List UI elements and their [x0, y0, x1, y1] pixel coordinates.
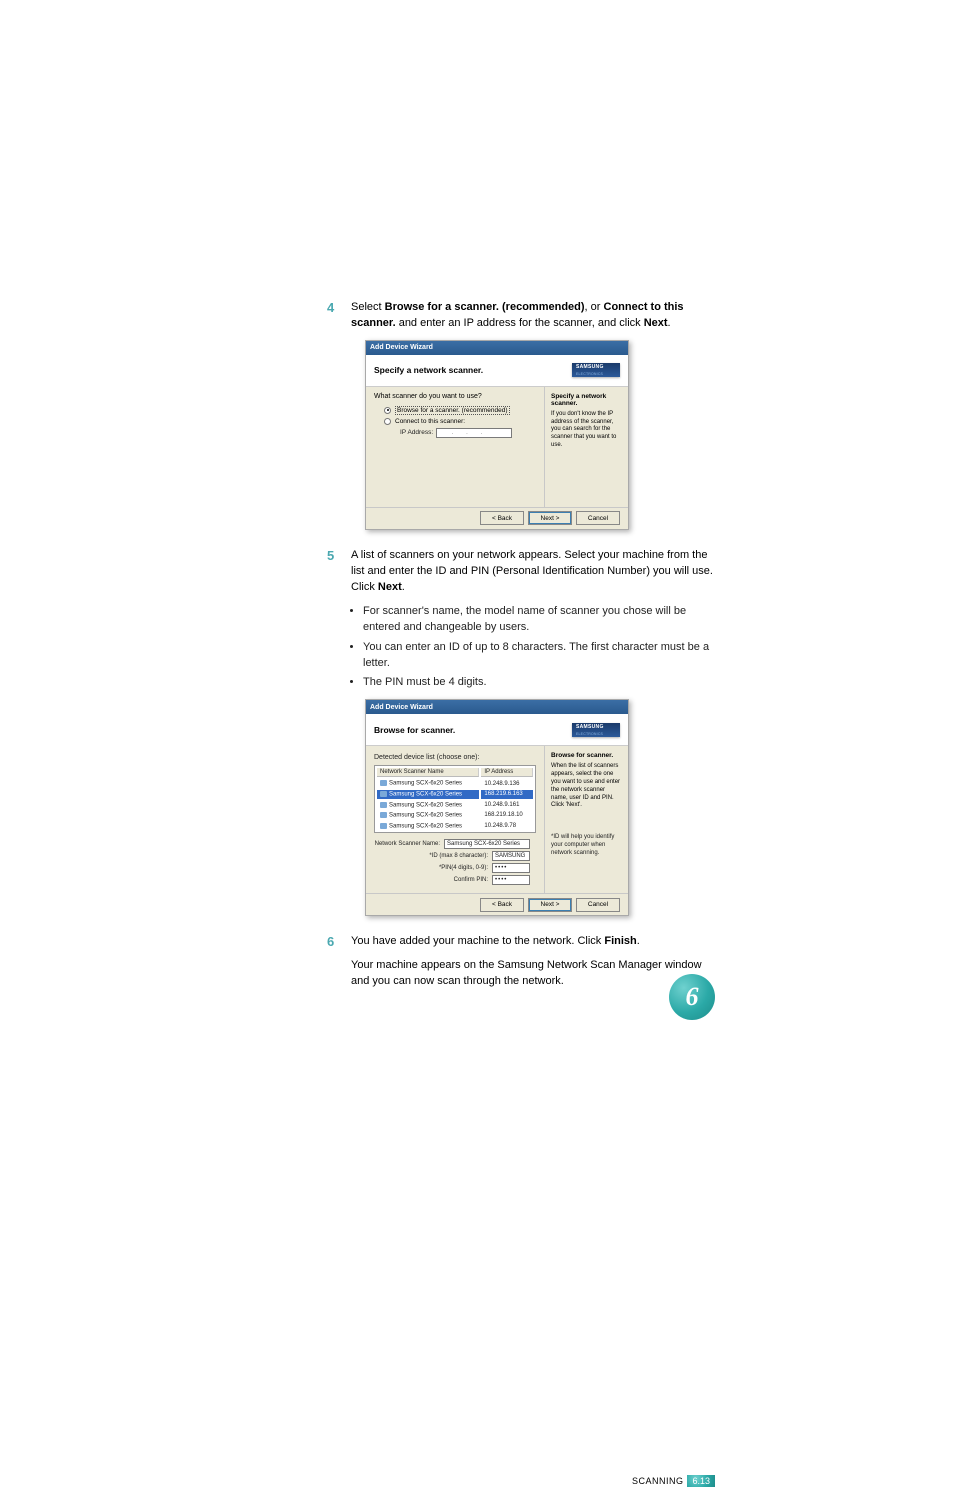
table-row[interactable]: Samsung SCX-6x20 Series 10.248.9.136 — [377, 779, 533, 788]
chapter-number: 6 — [686, 982, 699, 1012]
bullet: For scanner's name, the model name of sc… — [363, 604, 715, 636]
step-number-4: 4 — [327, 300, 334, 315]
wizard-header-title: Specify a network scanner. — [374, 365, 483, 375]
next-button[interactable]: Next > — [528, 511, 572, 525]
ip-address-input[interactable]: .... — [436, 428, 512, 438]
scanner-name-input[interactable]: Samsung SCX-6x20 Series — [444, 839, 530, 849]
radio-label: Connect to this scanner: — [395, 418, 465, 425]
col-scanner-name: Network Scanner Name — [377, 768, 479, 777]
page-footer: SCANNING 6.13 — [632, 1475, 715, 1487]
t: Browse for a scanner. (recommended) — [385, 301, 585, 313]
wizard-title: Add Device Wizard — [370, 344, 433, 351]
t: Finish — [604, 935, 636, 947]
wizard-titlebar: Add Device Wizard — [366, 341, 628, 355]
t: You have added your machine to the netwo… — [351, 935, 604, 947]
samsung-logo — [572, 723, 620, 737]
cell: Samsung SCX-6x20 Series — [389, 823, 462, 829]
footer-page-number: 6.13 — [687, 1475, 715, 1487]
wizard-title: Add Device Wizard — [370, 704, 433, 711]
step6-text-2: Your machine appears on the Samsung Netw… — [345, 958, 715, 990]
scanner-icon — [380, 802, 387, 808]
scanner-icon — [380, 791, 387, 797]
col-ip-address: IP Address — [481, 768, 533, 777]
step-number-6: 6 — [327, 934, 334, 949]
pin-input[interactable]: •••• — [492, 863, 530, 873]
wizard-side-text: If you don't know the IP address of the … — [551, 411, 622, 450]
wizard-browse-scanner: Add Device Wizard Browse for scanner. De… — [365, 699, 629, 916]
id-input[interactable]: SAMSUNG — [492, 851, 530, 861]
wizard-titlebar: Add Device Wizard — [366, 700, 628, 714]
bullet: You can enter an ID of up to 8 character… — [363, 640, 715, 672]
scanner-icon — [380, 812, 387, 818]
field-label: Network Scanner Name: — [375, 841, 440, 847]
cell: Samsung SCX-6x20 Series — [389, 802, 462, 808]
step4-text: Select Browse for a scanner. (recommende… — [345, 300, 715, 332]
step5-bullets: For scanner's name, the model name of sc… — [363, 604, 715, 692]
chapter-badge: 6 — [669, 974, 715, 1020]
table-row[interactable]: Samsung SCX-6x20 Series 168.219.18.10 — [377, 811, 533, 820]
footer-section: SCANNING — [632, 1476, 684, 1486]
cell: 168.219.6.163 — [481, 790, 533, 799]
table-row[interactable]: Samsung SCX-6x20 Series 10.248.9.78 — [377, 822, 533, 831]
cell: 168.219.18.10 — [481, 811, 533, 820]
scanner-icon — [380, 823, 387, 829]
step6-text-1: You have added your machine to the netwo… — [345, 934, 715, 950]
wizard-side-note: *ID will help you identify your computer… — [551, 834, 622, 857]
t: Next — [644, 317, 668, 329]
cell: 10.248.9.78 — [481, 822, 533, 831]
t: Select — [351, 301, 385, 313]
wizard-header: Browse for scanner. — [366, 714, 628, 746]
cell: 10.248.9.136 — [481, 779, 533, 788]
radio-connect-scanner[interactable]: Connect to this scanner: — [384, 418, 536, 425]
radio-icon — [384, 407, 391, 414]
scanner-icon — [380, 780, 387, 786]
t: . — [637, 935, 640, 947]
ip-address-label: IP Address: — [400, 429, 433, 436]
bullet: The PIN must be 4 digits. — [363, 675, 715, 691]
wizard-question: What scanner do you want to use? — [374, 393, 536, 400]
t: A list of scanners on your network appea… — [351, 549, 713, 593]
scanner-table[interactable]: Network Scanner Name IP Address Samsung … — [374, 765, 536, 833]
radio-label: Browse for a scanner. (recommended) — [395, 406, 510, 415]
t: and enter an IP address for the scanner,… — [396, 317, 644, 329]
cell: Samsung SCX-6x20 Series — [389, 813, 462, 819]
table-row[interactable]: Samsung SCX-6x20 Series 10.248.9.161 — [377, 801, 533, 810]
confirm-pin-input[interactable]: •••• — [492, 875, 530, 885]
back-button[interactable]: < Back — [480, 898, 524, 912]
field-label: Confirm PIN: — [454, 877, 488, 883]
wizard-header: Specify a network scanner. — [366, 355, 628, 387]
cell: 10.248.9.161 — [481, 801, 533, 810]
step-number-5: 5 — [327, 548, 334, 563]
radio-browse-scanner[interactable]: Browse for a scanner. (recommended) — [384, 406, 536, 415]
step5-text: A list of scanners on your network appea… — [345, 548, 715, 596]
cancel-button[interactable]: Cancel — [576, 511, 620, 525]
cancel-button[interactable]: Cancel — [576, 898, 620, 912]
t: , or — [585, 301, 604, 313]
t: . — [402, 581, 405, 593]
t: Next — [378, 581, 402, 593]
cell: Samsung SCX-6x20 Series — [389, 781, 462, 787]
radio-icon — [384, 418, 391, 425]
table-row[interactable]: Samsung SCX-6x20 Series 168.219.6.163 — [377, 790, 533, 799]
back-button[interactable]: < Back — [480, 511, 524, 525]
field-label: *ID (max 8 character): — [429, 853, 488, 859]
wizard-specify-scanner: Add Device Wizard Specify a network scan… — [365, 340, 629, 530]
cell: Samsung SCX-6x20 Series — [389, 792, 462, 798]
t: . — [668, 317, 671, 329]
field-label: *PIN(4 digits, 0-9): — [439, 865, 488, 871]
samsung-logo — [572, 363, 620, 377]
detected-list-label: Detected device list (choose one): — [374, 754, 536, 761]
wizard-header-title: Browse for scanner. — [374, 725, 455, 735]
wizard-side-title: Browse for scanner. — [551, 752, 622, 759]
wizard-side-text: When the list of scanners appears, selec… — [551, 763, 622, 810]
wizard-side-title: Specify a network scanner. — [551, 393, 622, 407]
next-button[interactable]: Next > — [528, 898, 572, 912]
